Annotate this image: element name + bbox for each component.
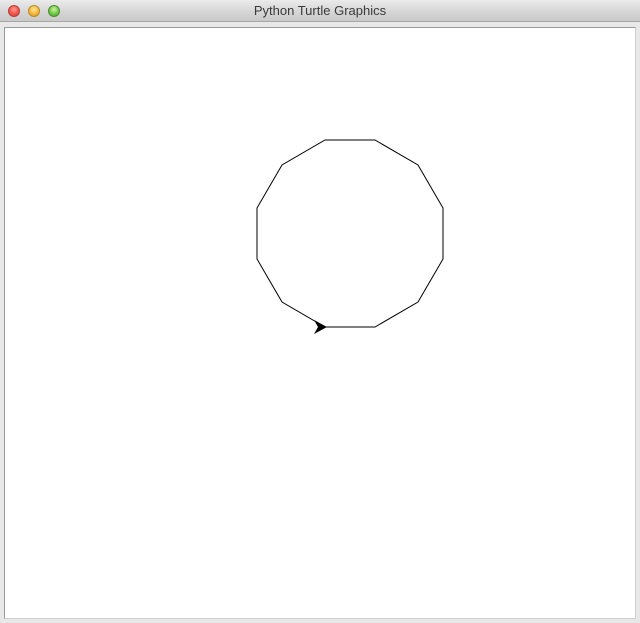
- title-bar[interactable]: Python Turtle Graphics: [0, 0, 640, 22]
- dodecagon-drawing: [256, 139, 444, 328]
- window-title: Python Turtle Graphics: [253, 3, 387, 18]
- turtle-window: Python Turtle Graphics: [0, 0, 640, 623]
- turtle-canvas[interactable]: [4, 27, 636, 619]
- drawing-surface: [256, 139, 444, 334]
- turtle-arrow-icon: [314, 320, 327, 334]
